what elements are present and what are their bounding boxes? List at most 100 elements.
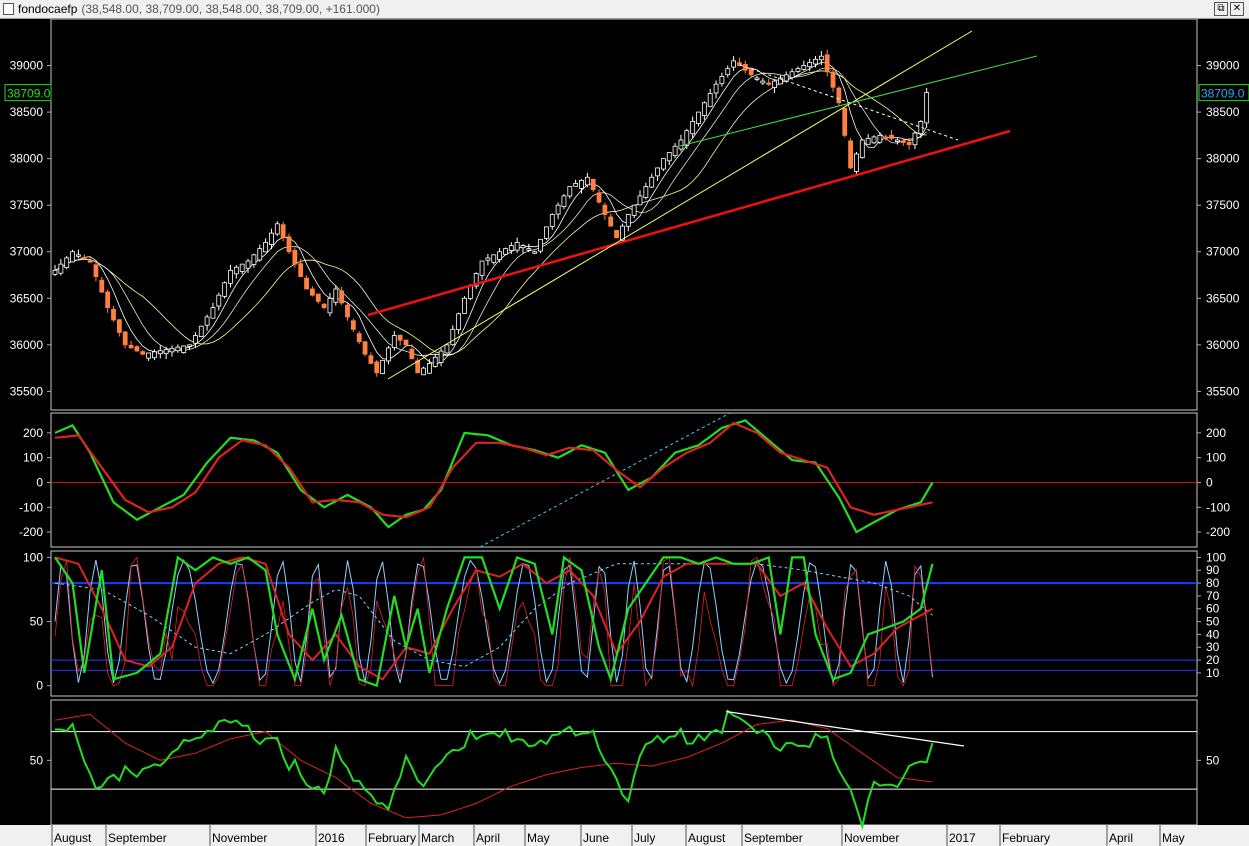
candle-body bbox=[339, 290, 345, 304]
candle-body bbox=[76, 254, 81, 257]
candle-body bbox=[52, 269, 58, 275]
candle-body bbox=[356, 333, 362, 343]
y-tick-label: 200 bbox=[23, 426, 43, 440]
x-tick-label: March bbox=[421, 831, 454, 845]
candle-body bbox=[807, 62, 813, 68]
candle-body bbox=[865, 138, 871, 145]
x-tick-label: June bbox=[583, 831, 609, 845]
candle-body bbox=[479, 260, 485, 276]
candle-body bbox=[666, 152, 672, 162]
candle-body bbox=[655, 167, 660, 177]
candle-body bbox=[485, 257, 491, 261]
candle-body bbox=[678, 139, 684, 150]
candle-body bbox=[508, 245, 514, 251]
candle-body bbox=[128, 344, 134, 349]
candle-body bbox=[169, 347, 175, 353]
candle-body bbox=[70, 251, 75, 263]
candle-body bbox=[187, 344, 192, 347]
candle-body bbox=[590, 178, 596, 191]
y-tick-label: 38000 bbox=[1206, 152, 1240, 166]
candle-body bbox=[298, 263, 304, 277]
candle-body bbox=[198, 325, 204, 337]
candle-body bbox=[579, 179, 584, 189]
y-tick-label: 37500 bbox=[1206, 198, 1240, 212]
y-tick-label: 38000 bbox=[10, 152, 44, 166]
candle-body bbox=[426, 363, 432, 374]
candle-body bbox=[877, 134, 883, 143]
chart-background bbox=[0, 19, 1249, 846]
candle-body bbox=[438, 350, 444, 363]
candle-body bbox=[146, 352, 152, 359]
candle-body bbox=[696, 111, 701, 124]
y-tick-label: 39000 bbox=[10, 59, 44, 73]
candle-body bbox=[386, 347, 391, 362]
y-tick-label: -200 bbox=[19, 525, 43, 539]
y-tick-label: 100 bbox=[1206, 451, 1226, 465]
candle-body bbox=[854, 153, 859, 172]
candle-body bbox=[140, 351, 146, 355]
chart-canvas[interactable]: 35500 35500 36000 36000 36500 36500 37000 37000… bbox=[0, 19, 1249, 846]
candle-body bbox=[274, 223, 280, 235]
candle-body bbox=[549, 214, 555, 227]
candle-body bbox=[362, 341, 368, 355]
x-axis-strip bbox=[0, 825, 1249, 846]
candle-body bbox=[216, 294, 222, 307]
candle-body bbox=[257, 248, 263, 261]
x-tick-label: July bbox=[634, 831, 655, 845]
close-button[interactable]: ✕ bbox=[1230, 2, 1244, 16]
ohlc-readout: (38,548.00, 38,709.00, 38,548.00, 38,709… bbox=[81, 2, 380, 16]
candle-body bbox=[719, 76, 725, 85]
candle-body bbox=[286, 236, 292, 253]
y-tick-label: 100 bbox=[23, 550, 43, 564]
candle-body bbox=[830, 71, 836, 88]
candle-body bbox=[87, 260, 93, 263]
candle-body bbox=[467, 285, 473, 299]
candle-body bbox=[111, 308, 116, 321]
candle-body bbox=[544, 226, 549, 239]
window-titlebar[interactable]: fondocaefp (38,548.00, 38,709.00, 38,548.… bbox=[0, 0, 1249, 19]
candle-body bbox=[661, 158, 666, 170]
candle-body bbox=[795, 68, 801, 72]
candle-body bbox=[304, 277, 309, 290]
candle-body bbox=[514, 242, 520, 251]
candle-body bbox=[315, 293, 321, 302]
candle-body bbox=[608, 216, 614, 227]
candle-body bbox=[163, 349, 169, 354]
candle-body bbox=[397, 334, 403, 341]
x-tick-label: February bbox=[368, 831, 416, 845]
candle-body bbox=[81, 256, 87, 260]
candle-body bbox=[789, 71, 795, 79]
y-tick-label: 36500 bbox=[10, 291, 44, 305]
y-tick-label: 36000 bbox=[1206, 338, 1240, 352]
y-tick-label: 100 bbox=[23, 451, 43, 465]
y-tick-label: 35500 bbox=[1206, 384, 1240, 398]
candle-body bbox=[707, 93, 713, 107]
candle-body bbox=[813, 58, 818, 65]
x-tick-label: 2017 bbox=[949, 831, 976, 845]
candle-body bbox=[801, 65, 807, 70]
candle-body bbox=[596, 192, 602, 203]
candle-body bbox=[327, 297, 333, 314]
candle-body bbox=[152, 351, 157, 359]
y-tick-label: 39000 bbox=[1206, 59, 1240, 73]
candle-body bbox=[573, 183, 579, 187]
candle-body bbox=[333, 288, 339, 303]
candle-body bbox=[175, 346, 181, 352]
candle-body bbox=[503, 248, 508, 255]
x-tick-label: August bbox=[688, 831, 726, 845]
y-tick-label: 0 bbox=[36, 475, 43, 489]
x-tick-label: November bbox=[212, 831, 267, 845]
candle-body bbox=[649, 176, 655, 188]
candle-body bbox=[99, 279, 105, 293]
candle-body bbox=[924, 92, 930, 124]
candle-body bbox=[263, 242, 269, 253]
candle-body bbox=[684, 130, 690, 146]
candle-body bbox=[58, 263, 64, 274]
restore-button[interactable]: ⧉ bbox=[1214, 2, 1228, 16]
x-tick-label: September bbox=[108, 831, 167, 845]
x-tick-label: February bbox=[1002, 831, 1050, 845]
x-tick-label: September bbox=[744, 831, 803, 845]
candle-body bbox=[602, 204, 608, 215]
y-tick-label: 36000 bbox=[10, 338, 44, 352]
candle-body bbox=[900, 140, 906, 143]
